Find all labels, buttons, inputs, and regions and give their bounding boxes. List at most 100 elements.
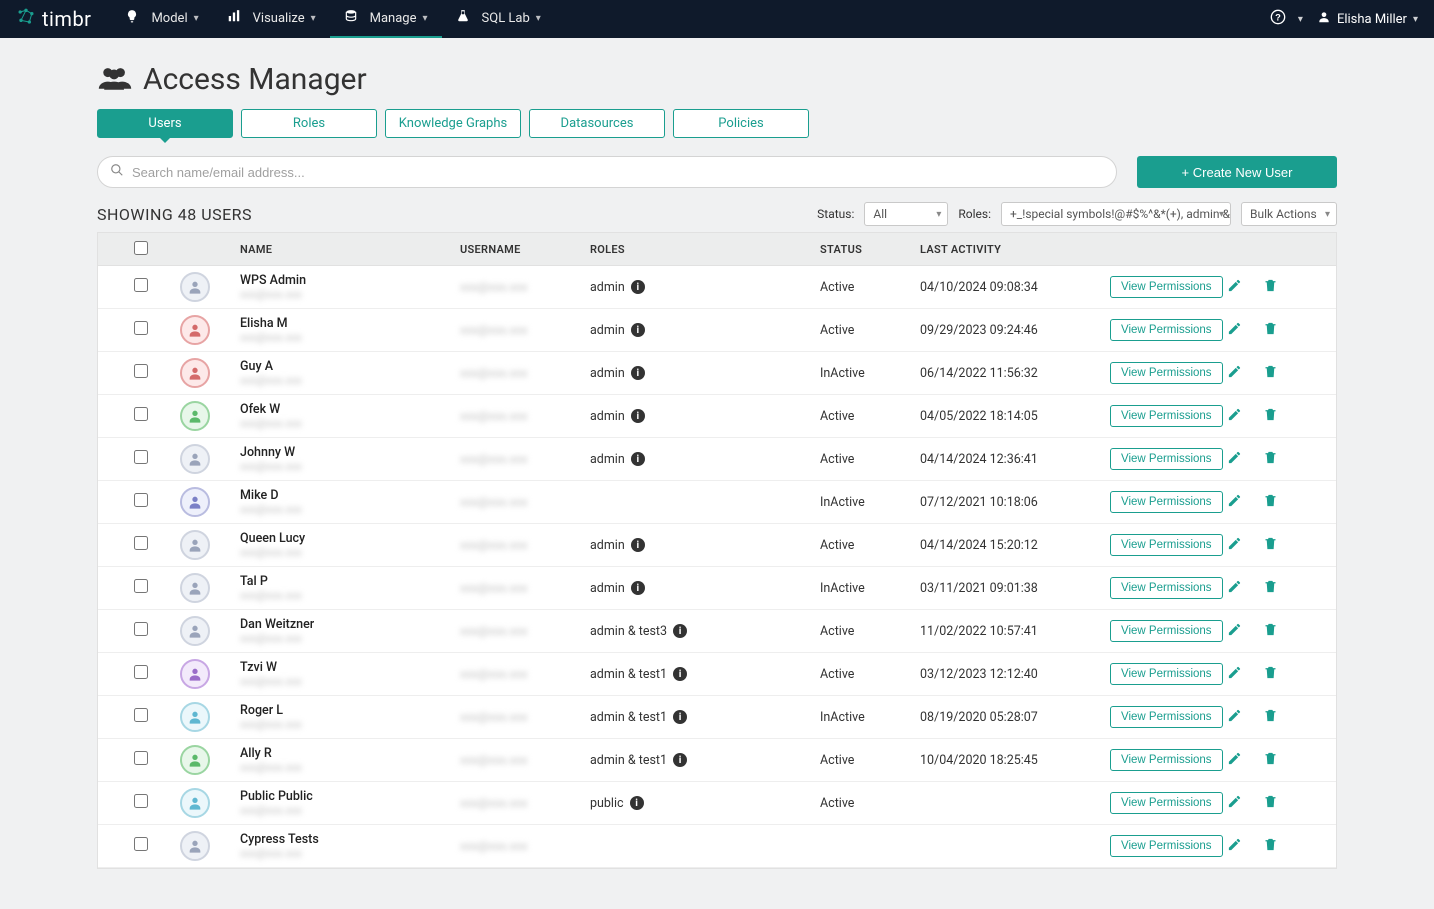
user-email: xxx@xxx.xxx: [240, 675, 452, 688]
row-checkbox[interactable]: [134, 493, 148, 507]
tab-roles[interactable]: Roles: [241, 109, 377, 138]
row-checkbox[interactable]: [134, 622, 148, 636]
status: [816, 844, 916, 848]
view-permissions-button[interactable]: View Permissions: [1110, 491, 1223, 513]
search-input-wrap[interactable]: [97, 156, 1117, 188]
row-checkbox[interactable]: [134, 407, 148, 421]
row-checkbox[interactable]: [134, 278, 148, 292]
info-icon[interactable]: i: [631, 280, 645, 294]
delete-button[interactable]: [1259, 704, 1282, 730]
edit-button[interactable]: [1223, 360, 1246, 386]
view-permissions-button[interactable]: View Permissions: [1110, 663, 1223, 685]
info-icon[interactable]: i: [631, 409, 645, 423]
nav-visualize[interactable]: Visualize▾: [213, 0, 330, 38]
view-permissions-button[interactable]: View Permissions: [1110, 706, 1223, 728]
view-permissions-button[interactable]: View Permissions: [1110, 448, 1223, 470]
info-icon[interactable]: i: [673, 667, 687, 681]
edit-button[interactable]: [1223, 704, 1246, 730]
create-user-button[interactable]: + Create New User: [1137, 156, 1337, 188]
delete-button[interactable]: [1259, 317, 1282, 343]
tab-knowledge-graphs[interactable]: Knowledge Graphs: [385, 109, 521, 138]
info-icon[interactable]: i: [631, 538, 645, 552]
row-checkbox[interactable]: [134, 708, 148, 722]
info-icon[interactable]: i: [631, 581, 645, 595]
delete-button[interactable]: [1259, 360, 1282, 386]
view-permissions-button[interactable]: View Permissions: [1110, 534, 1223, 556]
delete-button[interactable]: [1259, 747, 1282, 773]
avatar: [180, 616, 210, 646]
table-row: Roger L xxx@xxx.xxx xxx@xxx.xxx admin & …: [98, 696, 1336, 739]
nav-model[interactable]: Model▾: [111, 0, 212, 38]
info-icon[interactable]: i: [673, 753, 687, 767]
edit-button[interactable]: [1223, 317, 1246, 343]
edit-button[interactable]: [1223, 403, 1246, 429]
view-permissions-button[interactable]: View Permissions: [1110, 362, 1223, 384]
delete-button[interactable]: [1259, 532, 1282, 558]
delete-button[interactable]: [1259, 489, 1282, 515]
col-last-activity[interactable]: LAST ACTIVITY: [916, 241, 1106, 258]
row-checkbox[interactable]: [134, 536, 148, 550]
view-permissions-button[interactable]: View Permissions: [1110, 319, 1223, 341]
row-checkbox[interactable]: [134, 751, 148, 765]
edit-button[interactable]: [1223, 661, 1246, 687]
user-name: Tzvi W: [240, 660, 452, 675]
info-icon[interactable]: i: [631, 323, 645, 337]
row-checkbox[interactable]: [134, 321, 148, 335]
delete-button[interactable]: [1259, 661, 1282, 687]
edit-button[interactable]: [1223, 575, 1246, 601]
edit-button[interactable]: [1223, 274, 1246, 300]
user-menu[interactable]: Elisha Miller ▾: [1317, 10, 1418, 28]
view-permissions-button[interactable]: View Permissions: [1110, 792, 1223, 814]
info-icon[interactable]: i: [673, 710, 687, 724]
delete-button[interactable]: [1259, 575, 1282, 601]
username: xxx@xxx.xxx: [460, 495, 528, 509]
delete-button[interactable]: [1259, 618, 1282, 644]
info-icon[interactable]: i: [631, 366, 645, 380]
roles-filter-select[interactable]: +_!special symbols!@#$%^&*(+), admin & 5…: [1001, 202, 1231, 226]
edit-button[interactable]: [1223, 532, 1246, 558]
nav-manage[interactable]: Manage▾: [330, 0, 442, 38]
edit-button[interactable]: [1223, 618, 1246, 644]
brand[interactable]: timbr: [16, 7, 91, 32]
roles-filter-label: Roles:: [958, 207, 991, 221]
row-checkbox[interactable]: [134, 579, 148, 593]
search-input[interactable]: [132, 165, 1104, 180]
edit-button[interactable]: [1223, 446, 1246, 472]
help-menu[interactable]: ? ▾: [1270, 9, 1303, 29]
edit-button[interactable]: [1223, 489, 1246, 515]
nav-sql-lab[interactable]: SQL Lab▾: [442, 0, 555, 38]
tab-datasources[interactable]: Datasources: [529, 109, 665, 138]
edit-button[interactable]: [1223, 790, 1246, 816]
edit-button[interactable]: [1223, 747, 1246, 773]
view-permissions-button[interactable]: View Permissions: [1110, 276, 1223, 298]
view-permissions-button[interactable]: View Permissions: [1110, 749, 1223, 771]
row-checkbox[interactable]: [134, 794, 148, 808]
row-checkbox[interactable]: [134, 450, 148, 464]
view-permissions-button[interactable]: View Permissions: [1110, 405, 1223, 427]
tab-policies[interactable]: Policies: [673, 109, 809, 138]
view-permissions-button[interactable]: View Permissions: [1110, 620, 1223, 642]
row-checkbox[interactable]: [134, 837, 148, 851]
col-username[interactable]: USERNAME: [456, 241, 586, 258]
delete-button[interactable]: [1259, 403, 1282, 429]
delete-button[interactable]: [1259, 446, 1282, 472]
view-permissions-button[interactable]: View Permissions: [1110, 577, 1223, 599]
info-icon[interactable]: i: [673, 624, 687, 638]
info-icon[interactable]: i: [630, 796, 644, 810]
view-permissions-button[interactable]: View Permissions: [1110, 835, 1223, 857]
bulk-actions-select[interactable]: Bulk Actions: [1241, 202, 1337, 226]
last-activity: 04/14/2024 15:20:12: [916, 536, 1106, 555]
select-all-checkbox[interactable]: [134, 241, 148, 255]
delete-button[interactable]: [1259, 790, 1282, 816]
info-icon[interactable]: i: [631, 452, 645, 466]
tab-users[interactable]: Users: [97, 109, 233, 138]
col-status[interactable]: STATUS: [816, 241, 916, 258]
status-filter-select[interactable]: All: [864, 202, 948, 226]
row-checkbox[interactable]: [134, 665, 148, 679]
delete-button[interactable]: [1259, 833, 1282, 859]
delete-button[interactable]: [1259, 274, 1282, 300]
row-checkbox[interactable]: [134, 364, 148, 378]
col-name[interactable]: NAME: [236, 241, 456, 258]
col-roles[interactable]: ROLES: [586, 241, 816, 258]
edit-button[interactable]: [1223, 833, 1246, 859]
